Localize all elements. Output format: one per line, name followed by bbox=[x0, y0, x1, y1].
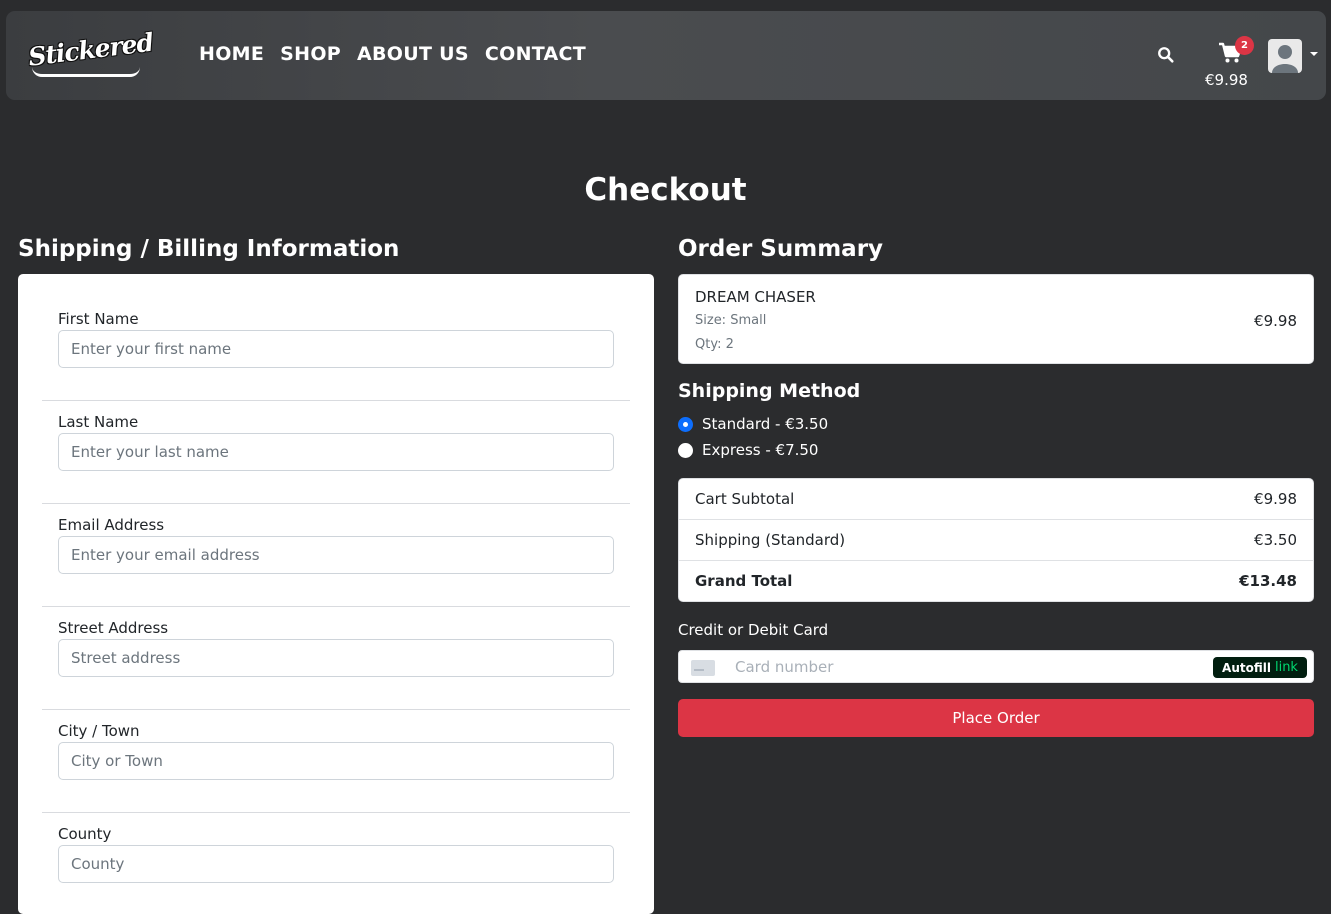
cart-subtotal-label: Cart Subtotal bbox=[695, 490, 795, 508]
email-input[interactable] bbox=[58, 536, 614, 574]
nav-link-about-us[interactable]: ABOUT US bbox=[357, 43, 469, 65]
cart-subtotal-value: €9.98 bbox=[1254, 490, 1297, 508]
grand-total-value: €13.48 bbox=[1239, 572, 1297, 590]
totals-row: Cart Subtotal €9.98 bbox=[679, 479, 1313, 520]
card-label: Credit or Debit Card bbox=[678, 621, 829, 639]
credit-card-icon bbox=[691, 660, 715, 676]
divider bbox=[42, 503, 630, 504]
totals-table: Cart Subtotal €9.98 Shipping (Standard) … bbox=[678, 478, 1314, 602]
navbar: Stickered HOME SHOP ABOUT US CONTACT 2 €… bbox=[6, 11, 1326, 100]
last-name-label: Last Name bbox=[58, 413, 139, 431]
first-name-input[interactable] bbox=[58, 330, 614, 368]
street-address-input[interactable] bbox=[58, 639, 614, 677]
autofill-text: Autofill bbox=[1222, 660, 1271, 675]
shipping-option-label: Standard - €3.50 bbox=[702, 415, 829, 433]
cart-total: €9.98 bbox=[1205, 71, 1248, 89]
shipping-billing-heading: Shipping / Billing Information bbox=[18, 236, 400, 262]
user-menu-button[interactable] bbox=[1268, 39, 1326, 77]
order-item-card: DREAM CHASER Size: Small Qty: 2 €9.98 bbox=[678, 274, 1314, 364]
email-label: Email Address bbox=[58, 516, 165, 534]
shipping-billing-form: First Name Last Name Email Address Stree… bbox=[18, 274, 654, 914]
product-name: DREAM CHASER bbox=[695, 288, 816, 306]
shipping-method-heading: Shipping Method bbox=[678, 380, 861, 402]
grand-total-label: Grand Total bbox=[695, 572, 793, 590]
place-order-button[interactable]: Place Order bbox=[678, 699, 1314, 737]
divider bbox=[42, 606, 630, 607]
order-summary-heading: Order Summary bbox=[678, 236, 884, 262]
shipping-cost-value: €3.50 bbox=[1254, 531, 1297, 549]
divider bbox=[42, 400, 630, 401]
totals-row: Shipping (Standard) €3.50 bbox=[679, 520, 1313, 561]
main-nav: HOME SHOP ABOUT US CONTACT bbox=[199, 43, 602, 65]
street-address-label: Street Address bbox=[58, 619, 169, 637]
link-logo-text: link bbox=[1274, 660, 1298, 675]
logo-swoosh bbox=[32, 67, 140, 77]
autofill-link-button[interactable]: Autofill link bbox=[1213, 657, 1307, 678]
totals-row: Grand Total €13.48 bbox=[679, 561, 1313, 602]
card-number-field[interactable]: Card number Autofill link bbox=[678, 650, 1314, 683]
search-icon bbox=[1158, 47, 1174, 63]
shipping-option-label: Express - €7.50 bbox=[702, 441, 819, 459]
search-button[interactable] bbox=[1157, 46, 1177, 66]
nav-link-contact[interactable]: CONTACT bbox=[485, 43, 586, 65]
avatar bbox=[1268, 39, 1302, 73]
shipping-cost-label: Shipping (Standard) bbox=[695, 531, 846, 549]
first-name-label: First Name bbox=[58, 310, 139, 328]
nav-link-shop[interactable]: SHOP bbox=[280, 43, 341, 65]
product-size: Size: Small bbox=[695, 313, 767, 328]
shipping-option-standard[interactable]: Standard - €3.50 bbox=[678, 415, 828, 433]
county-label: County bbox=[58, 825, 112, 843]
county-input[interactable] bbox=[58, 845, 614, 883]
last-name-input[interactable] bbox=[58, 433, 614, 471]
cart-count-badge: 2 bbox=[1235, 36, 1254, 55]
product-qty: Qty: 2 bbox=[695, 337, 734, 352]
radio-express[interactable] bbox=[678, 442, 693, 458]
cart-button[interactable]: 2 €9.98 bbox=[1205, 33, 1259, 93]
radio-standard[interactable] bbox=[678, 416, 693, 432]
chevron-down-icon bbox=[1310, 52, 1318, 56]
shipping-option-express[interactable]: Express - €7.50 bbox=[678, 441, 818, 459]
product-price: €9.98 bbox=[1254, 312, 1297, 330]
card-number-placeholder: Card number bbox=[735, 658, 834, 676]
user-avatar-icon bbox=[1272, 45, 1298, 73]
city-town-label: City / Town bbox=[58, 722, 140, 740]
page-title: Checkout bbox=[584, 172, 747, 208]
divider bbox=[42, 812, 630, 813]
city-town-input[interactable] bbox=[58, 742, 614, 780]
nav-link-home[interactable]: HOME bbox=[199, 43, 264, 65]
divider bbox=[42, 709, 630, 710]
